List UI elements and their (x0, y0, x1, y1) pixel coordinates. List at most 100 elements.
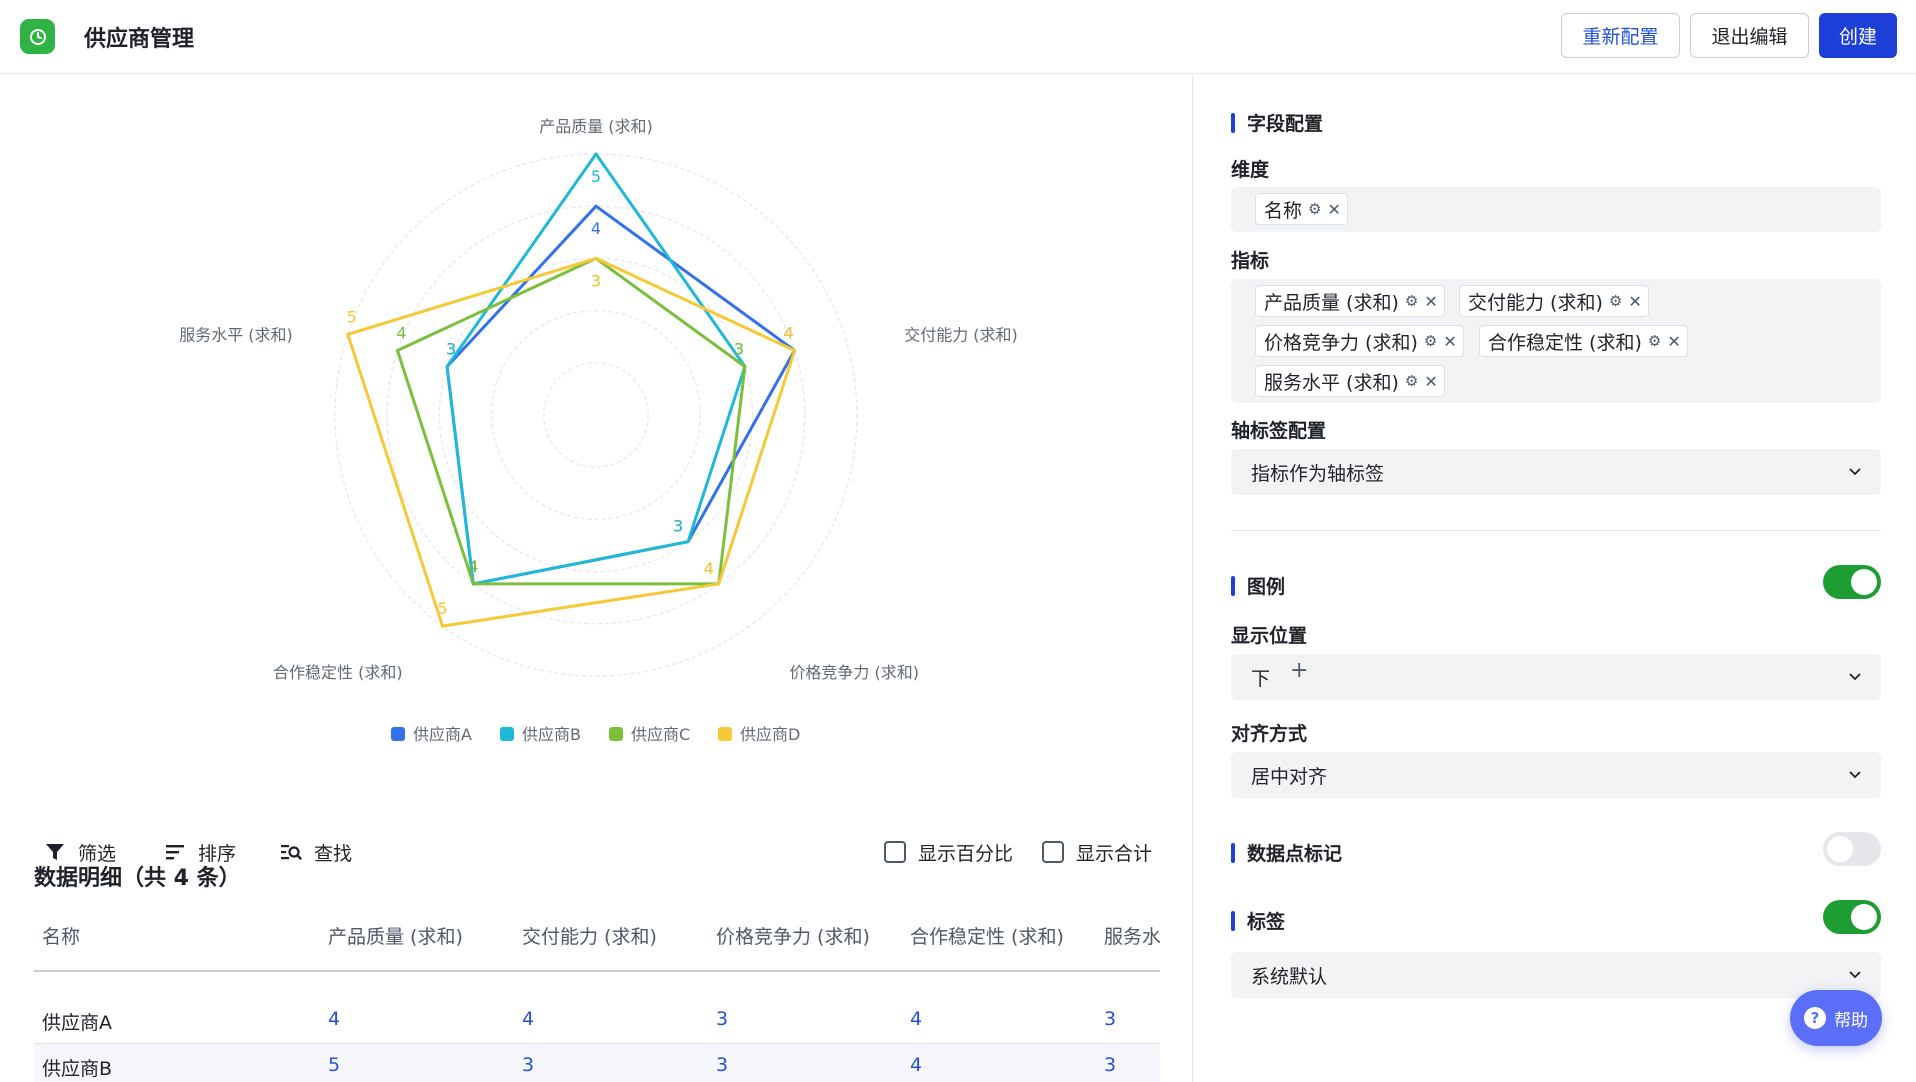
chip-label: 产品质量 (求和) (1264, 291, 1399, 314)
header-divider (34, 970, 1160, 972)
chip-label: 合作稳定性 (求和) (1488, 331, 1642, 354)
chip-label: 服务水平 (求和) (1264, 371, 1399, 394)
filter-icon (46, 844, 64, 860)
section-accent-bar (1231, 575, 1235, 596)
section-accent-bar (1231, 910, 1235, 931)
exit-edit-button[interactable]: 退出编辑 (1690, 13, 1809, 58)
checkbox-box[interactable] (884, 841, 906, 863)
close-icon[interactable]: ✕ (1443, 332, 1456, 351)
datapoint-header: 数据点标记 (1231, 839, 1342, 866)
sort-button[interactable]: 排序 (164, 836, 236, 868)
chevron-down-icon (1849, 468, 1861, 476)
align-label: 对齐方式 (1231, 723, 1308, 745)
metric-chip[interactable]: 价格竞争力 (求和) ⚙ ✕ (1255, 325, 1464, 357)
legend-swatch (391, 727, 405, 741)
cell-value: 5 (328, 1054, 341, 1076)
cell-value: 3 (1104, 1054, 1117, 1076)
chip-label: 交付能力 (求和) (1468, 291, 1603, 314)
show-total-checkbox[interactable]: 显示合计 (1042, 838, 1152, 866)
gear-icon[interactable]: ⚙ (1424, 332, 1437, 350)
cell-name: 供应商A (42, 1012, 112, 1034)
align-select[interactable]: 居中对齐 (1231, 752, 1881, 798)
datapoint-toggle[interactable] (1823, 832, 1881, 866)
question-icon: ? (1804, 1007, 1826, 1029)
reconfigure-button[interactable]: 重新配置 (1561, 13, 1680, 58)
legend-swatch (609, 727, 623, 741)
position-select[interactable]: 下 (1231, 654, 1881, 700)
legend-title: 图例 (1247, 576, 1286, 598)
label-toggle[interactable] (1823, 900, 1881, 934)
top-bar: 供应商管理 重新配置 退出编辑 创建 (0, 0, 1916, 74)
axis-label: 服务水平 (求和) (179, 325, 293, 344)
table-row[interactable]: 供应商B 5 3 3 4 3 (34, 1044, 1160, 1082)
select-value: 系统默认 (1251, 965, 1328, 988)
data-label: 5 (437, 599, 447, 618)
cell-value: 4 (910, 1054, 923, 1076)
gear-icon[interactable]: ⚙ (1308, 200, 1321, 218)
toggle-knob (1851, 904, 1877, 930)
details-toolbar: 筛选 排序 查找 显示百分比 显示合计 (34, 836, 1160, 868)
dimension-drop-area[interactable]: 名称 ⚙ ✕ (1231, 187, 1881, 232)
create-button[interactable]: 创建 (1819, 13, 1897, 58)
data-label: 4 (704, 559, 714, 578)
column-header[interactable]: 名称 (42, 922, 80, 949)
cell-value: 4 (910, 1008, 923, 1030)
page-title: 供应商管理 (84, 27, 195, 52)
close-icon[interactable]: ✕ (1424, 372, 1437, 391)
gear-icon[interactable]: ⚙ (1648, 332, 1661, 350)
cell-value: 3 (1104, 1008, 1117, 1030)
section-divider (1231, 530, 1881, 531)
legend-item: 供应商B (522, 725, 581, 744)
close-icon[interactable]: ✕ (1327, 200, 1340, 219)
metric-chip[interactable]: 合作稳定性 (求和) ⚙ ✕ (1479, 325, 1688, 357)
filter-button[interactable]: 筛选 (44, 836, 116, 868)
close-icon[interactable]: ✕ (1424, 292, 1437, 311)
cell-value: 3 (716, 1054, 729, 1076)
datapoint-title: 数据点标记 (1247, 843, 1343, 865)
data-label: 5 (347, 307, 357, 326)
gear-icon[interactable]: ⚙ (1609, 292, 1622, 310)
cell-value: 4 (522, 1008, 535, 1030)
metric-drop-area[interactable]: 产品质量 (求和) ⚙ ✕ 交付能力 (求和) ⚙ ✕ 价格竞争力 (求和) ⚙… (1231, 279, 1881, 403)
legend-toggle[interactable] (1823, 565, 1881, 599)
gear-icon[interactable]: ⚙ (1405, 372, 1418, 390)
column-header[interactable]: 交付能力 (求和) (522, 922, 657, 949)
grid-ring (438, 257, 754, 573)
metric-chip[interactable]: 产品质量 (求和) ⚙ ✕ (1255, 285, 1445, 317)
show-percent-checkbox[interactable]: 显示百分比 (884, 838, 1013, 866)
metric-chip[interactable]: 服务水平 (求和) ⚙ ✕ (1255, 365, 1445, 397)
section-accent-bar (1231, 112, 1235, 133)
metric-label: 指标 (1231, 250, 1270, 272)
label-style-select[interactable]: 系统默认 (1231, 952, 1881, 998)
data-label: 4 (396, 323, 406, 342)
dimension-chip[interactable]: 名称 ⚙ ✕ (1255, 193, 1348, 225)
help-button[interactable]: ? 帮助 (1790, 990, 1882, 1046)
checkbox-box[interactable] (1042, 841, 1064, 863)
select-value: 居中对齐 (1251, 765, 1328, 788)
chevron-down-icon (1849, 673, 1861, 681)
find-button[interactable]: 查找 (280, 836, 352, 868)
legend-item: 供应商C (631, 725, 690, 744)
cell-value: 3 (522, 1054, 535, 1076)
show-total-label: 显示合计 (1076, 842, 1153, 865)
metric-chip[interactable]: 交付能力 (求和) ⚙ ✕ (1459, 285, 1649, 317)
column-header[interactable]: 产品质量 (求和) (328, 922, 463, 949)
gear-icon[interactable]: ⚙ (1405, 292, 1418, 310)
position-label: 显示位置 (1231, 625, 1308, 647)
close-icon[interactable]: ✕ (1667, 332, 1680, 351)
axis-label-select[interactable]: 指标作为轴标签 (1231, 449, 1881, 495)
column-header[interactable]: 服务水 (1104, 922, 1160, 949)
table-row[interactable]: 供应商A 4 4 3 4 3 (34, 998, 1160, 1044)
legend-swatch (500, 727, 514, 741)
axis-label: 产品质量 (求和) (539, 117, 653, 136)
close-icon[interactable]: ✕ (1628, 292, 1641, 311)
chip-label: 名称 (1264, 199, 1303, 222)
sort-label: 排序 (198, 842, 237, 865)
data-label: 3 (446, 340, 456, 359)
help-label: 帮助 (1834, 1010, 1868, 1031)
column-header[interactable]: 合作稳定性 (求和) (910, 922, 1064, 949)
dimension-label: 维度 (1231, 159, 1270, 181)
column-header[interactable]: 价格竞争力 (求和) (716, 922, 870, 949)
filter-label: 筛选 (78, 842, 117, 865)
select-value: 指标作为轴标签 (1251, 462, 1385, 485)
